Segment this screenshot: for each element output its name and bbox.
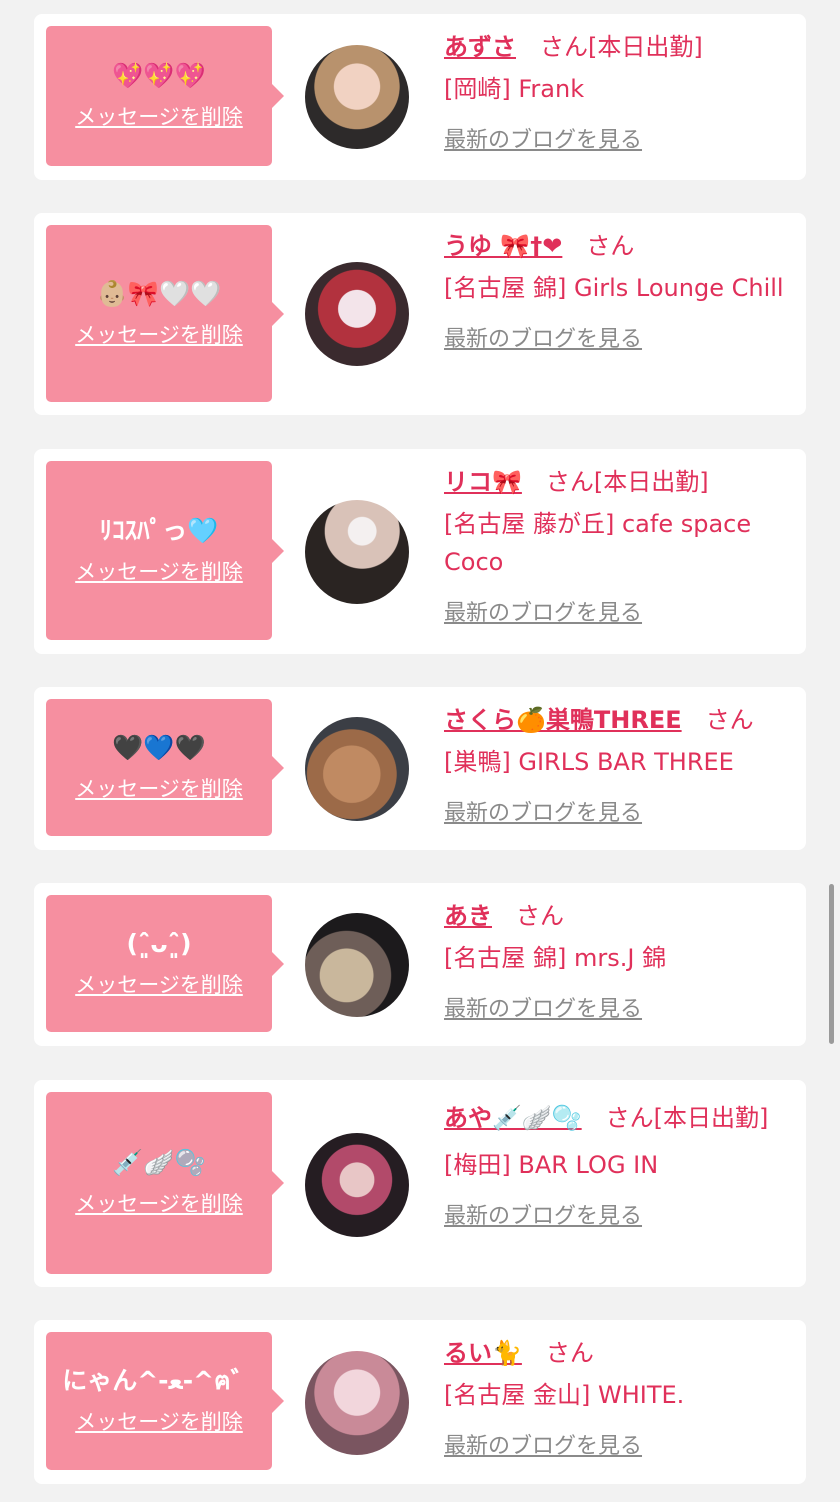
message-list: 💖💖💖 メッセージを削除 あずさ さん[本日出勤] [岡崎] Frank 最新のブ…: [0, 0, 840, 1502]
cast-suffix: さん: [545, 1339, 594, 1367]
cast-name-link[interactable]: あき: [444, 902, 492, 930]
delete-message-link[interactable]: メッセージを削除: [75, 101, 243, 131]
avatar[interactable]: [305, 1133, 409, 1237]
cast-suffix: さん[本日出勤]: [545, 468, 709, 496]
cast-suffix: さん: [516, 902, 564, 930]
avatar[interactable]: [305, 45, 409, 149]
latest-blog-link[interactable]: 最新のブログを見る: [444, 1428, 642, 1460]
message-text: 👶🏼🎀🤍🤍: [96, 278, 222, 308]
message-text: ﾘｺｽﾊﾟっ🩵: [99, 515, 219, 545]
message-text: 💖💖💖: [112, 61, 206, 90]
cast-info: あや💉🪽🫧 さん[本日出勤] [梅田] BAR LOG IN 最新のブログを見る: [444, 1096, 784, 1230]
cast-name-link[interactable]: さくら🍊巣鴨THREE: [444, 706, 682, 734]
message-text: 💉🪽🫧: [112, 1148, 206, 1177]
latest-blog-link[interactable]: 最新のブログを見る: [444, 795, 642, 827]
cast-info: るい🐈 さん [名古屋 金山] WHITE. 最新のブログを見る: [444, 1336, 784, 1460]
message-bubble: 💖💖💖 メッセージを削除: [46, 26, 284, 166]
latest-blog-link[interactable]: 最新のブログを見る: [444, 122, 642, 154]
cast-info: あき さん [名古屋 錦] mrs.J 錦 最新のブログを見る: [444, 899, 784, 1023]
shop-name: [名古屋 錦] mrs.J 錦: [444, 944, 667, 972]
avatar[interactable]: [305, 717, 409, 821]
avatar[interactable]: [305, 500, 409, 604]
cast-suffix: さん[本日出勤]: [605, 1104, 769, 1132]
list-item: 💉🪽🫧 メッセージを削除 あや💉🪽🫧 さん[本日出勤] [梅田] BAR LOG …: [34, 1080, 806, 1287]
shop-name: [岡崎] Frank: [444, 75, 585, 103]
cast-name-link[interactable]: あや💉🪽🫧: [444, 1104, 582, 1132]
message-bubble: 🖤💙🖤 メッセージを削除: [46, 699, 284, 836]
shop-name: [巣鴨] GIRLS BAR THREE: [444, 748, 734, 776]
message-text: (ˆ͈̑ᴗˆ͈̑): [126, 928, 192, 958]
latest-blog-link[interactable]: 最新のブログを見る: [444, 991, 642, 1023]
delete-message-link[interactable]: メッセージを削除: [75, 319, 243, 349]
cast-suffix: さん[本日出勤]: [540, 33, 703, 61]
shop-name: [名古屋 金山] WHITE.: [444, 1381, 685, 1409]
list-item: (ˆ͈̑ᴗˆ͈̑) メッセージを削除 あき さん [名古屋 錦] mrs.J 錦 …: [34, 883, 806, 1046]
delete-message-link[interactable]: メッセージを削除: [75, 1406, 243, 1436]
message-text: にゃん^-ﻌ-^ฅ゛: [62, 1366, 256, 1395]
shop-name: [名古屋 錦] Girls Lounge Chill: [444, 274, 784, 302]
cast-info: さくら🍊巣鴨THREE さん [巣鴨] GIRLS BAR THREE 最新のブロ…: [444, 703, 784, 827]
delete-message-link[interactable]: メッセージを削除: [75, 773, 243, 803]
avatar[interactable]: [305, 1351, 409, 1455]
message-bubble: 👶🏼🎀🤍🤍 メッセージを削除: [46, 225, 284, 402]
scrollbar[interactable]: [829, 884, 834, 1044]
cast-info: リコ🎀 さん[本日出勤] [名古屋 藤が丘] cafe space Coco 最新…: [444, 465, 784, 627]
avatar[interactable]: [305, 262, 409, 366]
message-bubble: 💉🪽🫧 メッセージを削除: [46, 1092, 284, 1274]
message-bubble: ﾘｺｽﾊﾟっ🩵 メッセージを削除: [46, 461, 284, 640]
message-text: 🖤💙🖤: [112, 732, 206, 762]
cast-info: うゆ 🎀†❤ さん [名古屋 錦] Girls Lounge Chill 最新のブ…: [444, 229, 784, 353]
delete-message-link[interactable]: メッセージを削除: [75, 969, 243, 999]
cast-suffix: さん: [586, 232, 635, 260]
cast-name-link[interactable]: リコ🎀: [444, 468, 522, 496]
list-item: 💖💖💖 メッセージを削除 あずさ さん[本日出勤] [岡崎] Frank 最新のブ…: [34, 14, 806, 180]
cast-name-link[interactable]: あずさ: [444, 33, 516, 61]
latest-blog-link[interactable]: 最新のブログを見る: [444, 321, 642, 353]
cast-name-link[interactable]: るい🐈: [444, 1339, 522, 1367]
message-bubble: にゃん^-ﻌ-^ฅ゛ メッセージを削除: [46, 1332, 284, 1470]
list-item: ﾘｺｽﾊﾟっ🩵 メッセージを削除 リコ🎀 さん[本日出勤] [名古屋 藤が丘] c…: [34, 449, 806, 654]
list-item: にゃん^-ﻌ-^ฅ゛ メッセージを削除 るい🐈 さん [名古屋 金山] WHITE…: [34, 1320, 806, 1484]
latest-blog-link[interactable]: 最新のブログを見る: [444, 595, 642, 627]
message-bubble: (ˆ͈̑ᴗˆ͈̑) メッセージを削除: [46, 895, 284, 1032]
latest-blog-link[interactable]: 最新のブログを見る: [444, 1198, 642, 1230]
cast-info: あずさ さん[本日出勤] [岡崎] Frank 最新のブログを見る: [444, 30, 784, 154]
avatar[interactable]: [305, 913, 409, 1017]
delete-message-link[interactable]: メッセージを削除: [75, 1188, 243, 1218]
delete-message-link[interactable]: メッセージを削除: [75, 556, 243, 586]
cast-name-link[interactable]: うゆ 🎀†❤: [444, 232, 562, 260]
cast-suffix: さん: [705, 706, 754, 734]
shop-name: [梅田] BAR LOG IN: [444, 1151, 659, 1179]
list-item: 👶🏼🎀🤍🤍 メッセージを削除 うゆ 🎀†❤ さん [名古屋 錦] Girls Lo…: [34, 213, 806, 415]
shop-name: [名古屋 藤が丘] cafe space Coco: [444, 510, 752, 576]
list-item: 🖤💙🖤 メッセージを削除 さくら🍊巣鴨THREE さん [巣鴨] GIRLS BA…: [34, 687, 806, 850]
